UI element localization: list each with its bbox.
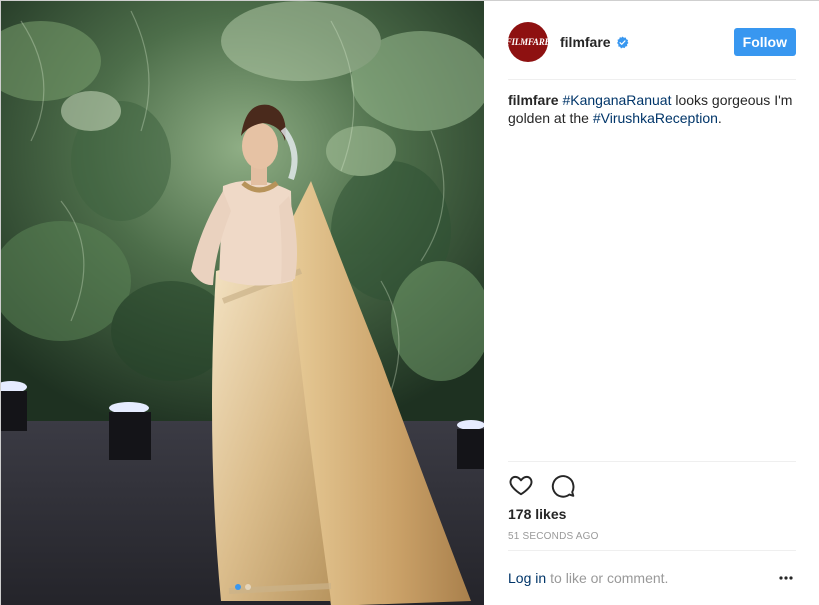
comment-icon[interactable] <box>550 472 576 498</box>
photo-illustration <box>1 1 484 605</box>
heart-icon[interactable] <box>508 472 534 498</box>
verified-badge-icon <box>616 36 629 48</box>
carousel-dot-2[interactable] <box>244 584 251 590</box>
post-actions <box>508 472 576 498</box>
footer-divider <box>508 550 796 551</box>
more-options-icon[interactable] <box>778 570 794 586</box>
carousel-indicator[interactable] <box>1 584 484 590</box>
caption-text-end: . <box>717 110 722 126</box>
post-photo[interactable] <box>1 1 484 605</box>
username-link[interactable]: filmfare <box>560 34 611 50</box>
login-prompt: Log in to like or comment. <box>508 570 796 586</box>
likes-count[interactable]: 178 likes <box>508 506 566 522</box>
header-divider <box>508 79 796 80</box>
login-prompt-text: to like or comment. <box>550 570 669 586</box>
hashtag-link-virushkareception[interactable]: #VirushkaReception <box>593 110 718 126</box>
hashtag-link-kanganaranuat[interactable]: #KanganaRanuat <box>562 92 671 108</box>
login-link[interactable]: Log in <box>508 570 546 586</box>
post-caption: filmfare #KanganaRanuat looks gorgeous I… <box>508 91 796 127</box>
caption-username-link[interactable]: filmfare <box>508 92 559 108</box>
carousel-dot-1[interactable] <box>234 584 241 590</box>
follow-button[interactable]: Follow <box>733 28 796 56</box>
avatar[interactable]: FILMFARE <box>505 22 551 62</box>
post-header: FILMFARE filmfare Follow <box>505 21 796 63</box>
post-side-panel: FILMFARE filmfare Follow filmfare #Kanga… <box>484 1 819 605</box>
actions-divider <box>508 461 796 462</box>
post-timestamp[interactable]: 51 seconds ago <box>508 531 599 542</box>
instagram-post: FILMFARE filmfare Follow filmfare #Kanga… <box>0 0 819 605</box>
avatar-text: FILMFARE <box>505 37 551 47</box>
